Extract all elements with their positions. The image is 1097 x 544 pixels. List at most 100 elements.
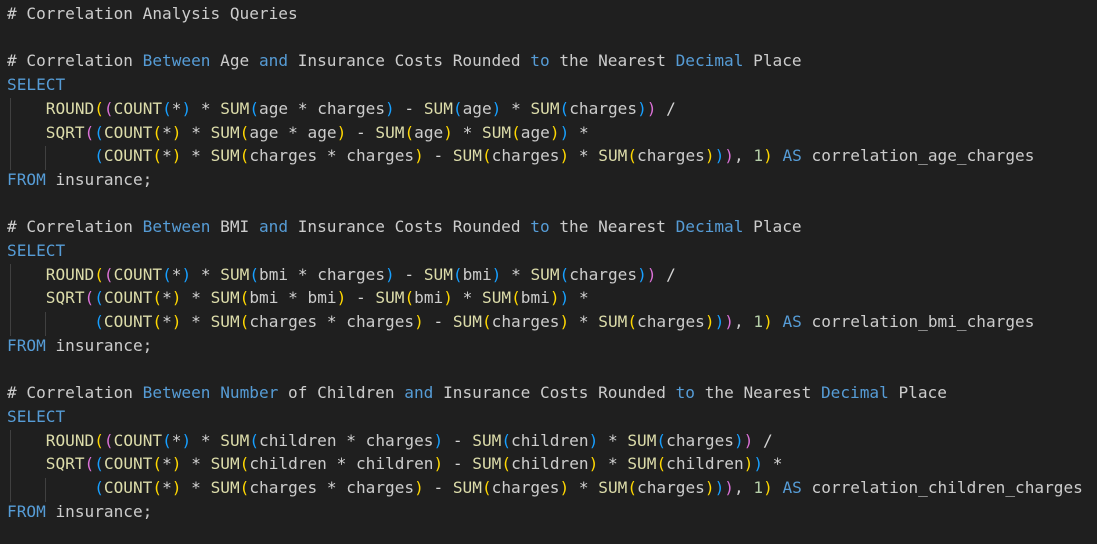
operator: - — [443, 430, 473, 450]
comment-text: Insurance Costs Rounded — [288, 51, 531, 71]
operator: * — [326, 478, 337, 497]
function-name: ROUND — [45, 98, 95, 118]
code-line-21[interactable]: (COUNT(*) * SUM(charges * charges) - SUM… — [7, 476, 1083, 500]
code-line-17[interactable]: # Correlation Between Number of Children… — [7, 381, 947, 405]
operator: * — [569, 478, 599, 497]
identifier: bmi — [462, 264, 492, 284]
function-name: SUM — [472, 430, 502, 450]
identifier: charges — [307, 264, 386, 284]
operator: * — [501, 98, 531, 118]
function-name: SUM — [210, 122, 240, 142]
keyword: Between — [142, 51, 211, 71]
bracket: ( — [239, 146, 250, 166]
code-line-7[interactable]: (COUNT(*) * SUM(charges * charges) - SUM… — [7, 144, 1034, 168]
code-line-22[interactable]: FROM insurance; — [7, 500, 152, 524]
code-line-15[interactable]: FROM insurance; — [7, 334, 152, 358]
identifier — [7, 99, 46, 118]
operator: * — [191, 430, 221, 450]
operator: * — [569, 288, 589, 308]
bracket: ( — [481, 146, 492, 166]
operator: * — [288, 122, 298, 142]
keyword: Number — [220, 383, 279, 403]
identifier: charges — [637, 146, 705, 166]
bracket: ) — [385, 98, 395, 118]
code-line-6[interactable]: SQRT((COUNT(*) * SUM(age * age) - SUM(ag… — [7, 121, 589, 145]
code-line-4[interactable]: SELECT — [7, 73, 65, 97]
identifier: charges — [249, 146, 327, 166]
function-name: COUNT — [113, 98, 163, 118]
code-line-5[interactable]: ROUND((COUNT(*) * SUM(age * charges) - S… — [7, 97, 676, 121]
bracket: ) — [753, 454, 764, 474]
operator: * — [181, 478, 211, 497]
bracket: ) — [763, 478, 773, 497]
function-name: COUNT — [103, 454, 153, 474]
keyword: and — [404, 383, 434, 403]
code-line-13[interactable]: SQRT((COUNT(*) * SUM(bmi * bmi) - SUM(bm… — [7, 286, 589, 310]
identifier: children — [346, 454, 434, 474]
identifier: charges — [637, 312, 705, 332]
bracket: ) — [414, 146, 424, 166]
bracket: ( — [152, 122, 163, 142]
operator: * — [598, 454, 628, 474]
identifier: , — [733, 312, 754, 332]
comment-text: the Nearest — [549, 51, 676, 71]
operator: - — [423, 478, 453, 497]
code-line-1[interactable]: # Correlation Analysis Queries — [7, 2, 298, 26]
bracket: ) — [414, 478, 424, 497]
bracket: ( — [152, 146, 163, 166]
identifier: charges — [491, 478, 560, 497]
code-editor[interactable]: # Correlation Analysis Queries # Correlat… — [0, 0, 1097, 544]
function-name: SUM — [423, 264, 453, 284]
bracket: ( — [481, 478, 492, 497]
bracket: ) — [704, 312, 715, 332]
function-name: SUM — [452, 312, 482, 332]
bracket: ) — [743, 430, 754, 450]
bracket: ( — [94, 98, 104, 118]
operator: * — [181, 146, 211, 166]
function-name: COUNT — [103, 146, 153, 166]
identifier: age — [520, 122, 550, 142]
code-line-19[interactable]: ROUND((COUNT(*) * SUM(children * charges… — [7, 429, 773, 453]
function-name: COUNT — [103, 478, 153, 497]
identifier: age — [414, 122, 444, 142]
code-line-10[interactable]: # Correlation Between BMI and Insurance … — [7, 215, 802, 239]
operator: * — [181, 122, 211, 142]
bracket: ( — [249, 430, 260, 450]
identifier: bmi — [414, 288, 444, 308]
code-line-8[interactable]: FROM insurance; — [7, 168, 152, 192]
function-name: SUM — [375, 122, 405, 142]
code-line-11[interactable]: SELECT — [7, 239, 65, 263]
operator: * — [346, 430, 356, 450]
bracket: ) — [549, 122, 560, 142]
function-name: SUM — [598, 478, 628, 497]
identifier: children — [259, 430, 347, 450]
code-line-12[interactable]: ROUND((COUNT(*) * SUM(bmi * charges) - S… — [7, 263, 676, 287]
bracket: ) — [559, 478, 570, 497]
bracket: ) — [704, 478, 715, 497]
code-line-20[interactable]: SQRT((COUNT(*) * SUM(children * children… — [7, 452, 783, 476]
keyword: and — [258, 51, 289, 71]
operator: * — [162, 478, 172, 497]
operator: * — [501, 264, 531, 284]
operator: * — [181, 288, 211, 308]
bracket: ) — [181, 264, 192, 284]
identifier: age — [259, 98, 298, 118]
identifier: charges — [355, 430, 434, 450]
function-name: COUNT — [103, 288, 153, 308]
number-literal: 1 — [753, 146, 764, 166]
keyword: AS — [782, 312, 802, 332]
code-line-3[interactable]: # Correlation Between Age and Insurance … — [7, 49, 802, 73]
bracket: ( — [249, 264, 260, 284]
comment-text: Insurance Costs Rounded — [433, 383, 676, 403]
bracket: ( — [84, 122, 95, 142]
function-name: COUNT — [113, 264, 163, 284]
code-line-14[interactable]: (COUNT(*) * SUM(charges * charges) - SUM… — [7, 310, 1034, 334]
bracket: ) — [336, 288, 347, 308]
bracket: ) — [637, 264, 647, 284]
keyword: SELECT — [7, 241, 66, 260]
identifier: correlation_children_charges — [801, 478, 1083, 497]
code-line-18[interactable]: SELECT — [7, 405, 65, 429]
bracket: ( — [84, 288, 95, 308]
operator: * — [452, 288, 483, 308]
bracket: ( — [627, 478, 638, 497]
